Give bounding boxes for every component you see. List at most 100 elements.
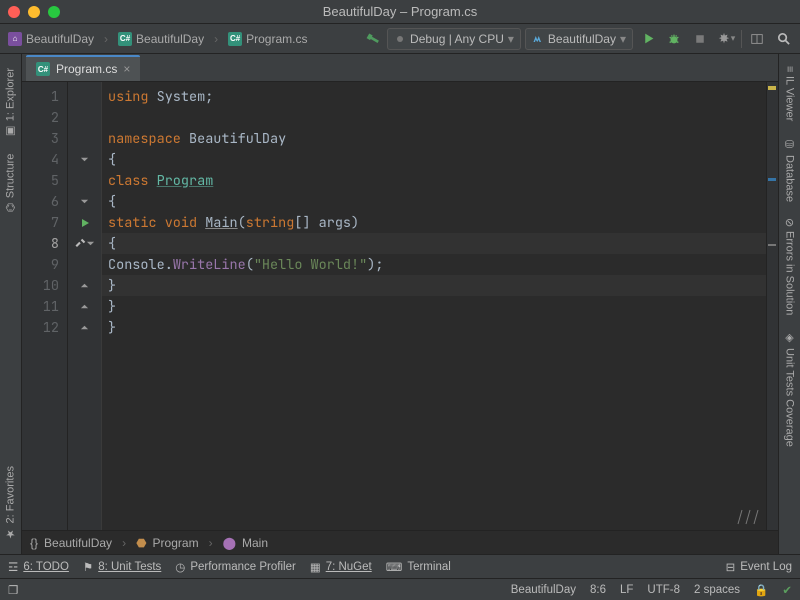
code-line[interactable]: using System; bbox=[102, 86, 766, 107]
edit-gutter-icon[interactable] bbox=[74, 238, 86, 250]
breadcrumb-project-label: BeautifulDay bbox=[136, 32, 204, 46]
status-position[interactable]: 8:6 bbox=[590, 584, 606, 596]
inspection-widget-icon[interactable] bbox=[734, 508, 762, 526]
code-breadcrumbs: {} BeautifulDay › ⬣ Program › ⬤ Main bbox=[22, 530, 778, 554]
code-line[interactable]: static void Main(string[] args) bbox=[102, 212, 766, 233]
gutter-icon-slot bbox=[68, 170, 101, 191]
minimize-window-icon[interactable] bbox=[28, 6, 40, 18]
status-encoding[interactable]: UTF-8 bbox=[647, 584, 680, 596]
code-area[interactable]: using System;namespace BeautifulDay{ cla… bbox=[102, 82, 766, 530]
breadcrumb-root[interactable]: ⌂ BeautifulDay bbox=[6, 32, 96, 46]
line-number[interactable]: 12 bbox=[22, 317, 67, 338]
code-line[interactable]: Console.WriteLine("Hello World!"); bbox=[102, 254, 766, 275]
line-number[interactable]: 5 bbox=[22, 170, 67, 191]
code-line[interactable]: class Program bbox=[102, 170, 766, 191]
lock-icon[interactable]: 🔒 bbox=[754, 583, 768, 597]
tab-program-cs[interactable]: C# Program.cs × bbox=[26, 55, 140, 81]
inspection-ok-icon[interactable]: ✔ bbox=[782, 583, 792, 597]
crumb-class[interactable]: Program bbox=[153, 536, 199, 550]
tool-favorites-label: 2: Favorites bbox=[5, 466, 17, 523]
tool-explorer[interactable]: ▣ 1: Explorer bbox=[2, 60, 19, 146]
chevron-right-icon: › bbox=[118, 536, 130, 550]
code-line[interactable]: } bbox=[102, 296, 766, 317]
fold-close-icon[interactable] bbox=[80, 281, 89, 290]
maximize-window-icon[interactable] bbox=[48, 6, 60, 18]
status-line-ending[interactable]: LF bbox=[620, 584, 633, 596]
folder-icon: ▣ bbox=[4, 125, 17, 138]
code-line[interactable]: } bbox=[102, 317, 766, 338]
tool-explorer-label: 1: Explorer bbox=[5, 68, 17, 121]
right-tool-rail: ≡ IL Viewer ⛁ Database ⊘ Errors in Solut… bbox=[778, 54, 800, 554]
status-project[interactable]: BeautifulDay bbox=[511, 584, 576, 596]
code-line[interactable] bbox=[102, 107, 766, 128]
tool-il-viewer[interactable]: ≡ IL Viewer bbox=[782, 60, 798, 128]
run-target-selector[interactable]: BeautifulDay ▾ bbox=[525, 28, 633, 50]
code-line[interactable]: { bbox=[102, 191, 766, 212]
close-window-icon[interactable] bbox=[8, 6, 20, 18]
crumb-namespace[interactable]: BeautifulDay bbox=[44, 536, 112, 550]
line-number[interactable]: 2 bbox=[22, 107, 67, 128]
line-number[interactable]: 3 bbox=[22, 128, 67, 149]
event-log[interactable]: ⊟Event Log bbox=[726, 560, 792, 574]
tool-terminal-label: Terminal bbox=[407, 561, 450, 573]
main-area: ▣ 1: Explorer ⌬ Structure ★ 2: Favorites… bbox=[0, 54, 800, 554]
fold-open-icon[interactable] bbox=[80, 197, 89, 206]
tool-todo[interactable]: ☲6: TODO bbox=[8, 560, 69, 574]
line-number[interactable]: 4 bbox=[22, 149, 67, 170]
event-log-label: Event Log bbox=[740, 561, 792, 573]
crumb-method[interactable]: Main bbox=[242, 536, 268, 550]
line-number[interactable]: 6 bbox=[22, 191, 67, 212]
chevron-right-icon: › bbox=[100, 32, 112, 46]
fold-close-icon[interactable] bbox=[80, 323, 89, 332]
warning-marker[interactable] bbox=[768, 86, 776, 90]
debug-button[interactable] bbox=[663, 28, 685, 50]
code-line[interactable]: { bbox=[102, 149, 766, 170]
run-config-selector[interactable]: Debug | Any CPU ▾ bbox=[387, 28, 521, 50]
line-number[interactable]: 7 bbox=[22, 212, 67, 233]
close-icon[interactable]: × bbox=[123, 62, 130, 76]
windows-icon[interactable]: ❐ bbox=[8, 583, 18, 597]
stop-button[interactable] bbox=[689, 28, 711, 50]
list-icon: ☲ bbox=[8, 560, 18, 574]
gutter-icon-slot bbox=[68, 296, 101, 317]
code-line[interactable]: { bbox=[102, 233, 766, 254]
tool-database[interactable]: ⛁ Database bbox=[781, 132, 798, 208]
line-number[interactable]: 11 bbox=[22, 296, 67, 317]
star-icon: ★ bbox=[4, 527, 17, 540]
line-number[interactable]: 1 bbox=[22, 86, 67, 107]
tool-errors[interactable]: ⊘ Errors in Solution bbox=[781, 212, 798, 322]
line-number[interactable]: 9 bbox=[22, 254, 67, 275]
fold-open-icon[interactable] bbox=[80, 155, 89, 164]
info-marker[interactable] bbox=[768, 178, 776, 181]
tool-nuget[interactable]: ▦7: NuGet bbox=[310, 560, 372, 574]
tool-unit-tests[interactable]: ⚑8: Unit Tests bbox=[83, 560, 161, 574]
dotnet-icon bbox=[532, 33, 544, 45]
search-everywhere-button[interactable] bbox=[772, 28, 794, 50]
line-number[interactable]: 10 bbox=[22, 275, 67, 296]
line-number[interactable]: 8 bbox=[22, 233, 67, 254]
run-with-button[interactable]: ▾ bbox=[715, 28, 737, 50]
gutter-icon-slot bbox=[68, 317, 101, 338]
gauge-icon: ◷ bbox=[175, 560, 185, 574]
terminal-icon: ⌨ bbox=[386, 560, 403, 574]
run-button[interactable] bbox=[637, 28, 659, 50]
split-editor-button[interactable] bbox=[746, 28, 768, 50]
editor[interactable]: 123456789101112 using System;namespace B… bbox=[22, 82, 778, 530]
breadcrumb-project[interactable]: C# BeautifulDay bbox=[116, 32, 206, 46]
tool-favorites[interactable]: ★ 2: Favorites bbox=[2, 458, 19, 548]
fold-close-icon[interactable] bbox=[80, 302, 89, 311]
tool-coverage[interactable]: ◈ Unit Tests Coverage bbox=[781, 325, 798, 453]
breadcrumb-file[interactable]: C# Program.cs bbox=[226, 32, 309, 46]
error-stripe[interactable] bbox=[766, 82, 778, 530]
fold-open-icon[interactable] bbox=[86, 239, 95, 248]
breadcrumb-root-label: BeautifulDay bbox=[26, 32, 94, 46]
code-line[interactable]: } bbox=[102, 275, 766, 296]
code-line[interactable]: namespace BeautifulDay bbox=[102, 128, 766, 149]
chevron-right-icon: › bbox=[205, 536, 217, 550]
build-button[interactable] bbox=[361, 28, 383, 50]
run-gutter-icon[interactable] bbox=[80, 218, 90, 228]
tool-profiler[interactable]: ◷Performance Profiler bbox=[175, 560, 296, 574]
tool-structure[interactable]: ⌬ Structure bbox=[2, 146, 19, 220]
tool-terminal[interactable]: ⌨ Terminal bbox=[386, 560, 451, 574]
status-indent[interactable]: 2 spaces bbox=[694, 584, 740, 596]
